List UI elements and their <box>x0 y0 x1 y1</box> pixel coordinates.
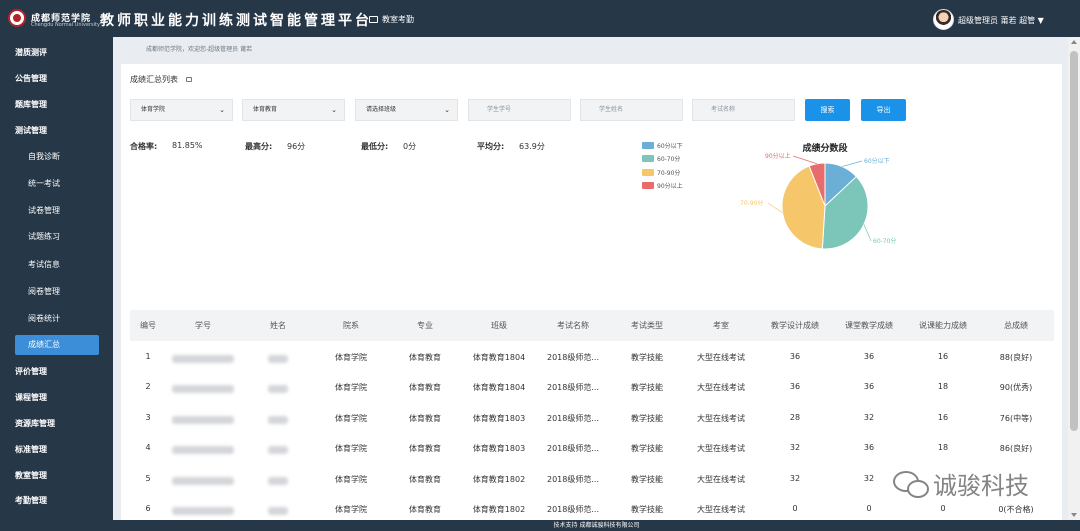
pie-slice-label: 60分以下 <box>864 157 890 165</box>
redacted-student-name <box>268 446 288 454</box>
footer: 技术支持 成都诚骏科技有限公司 <box>113 520 1080 531</box>
column-header: 教学设计成绩 <box>771 321 819 330</box>
scroll-down-icon[interactable] <box>1071 513 1077 517</box>
column-header: 考试类型 <box>631 321 663 330</box>
column-header: 考试名称 <box>557 321 589 330</box>
pie-slice-label: 70-90分 <box>740 199 763 207</box>
table-cell-class: 体育教育1804 <box>472 353 526 362</box>
table-cell-total: 76(中等) <box>999 414 1033 423</box>
column-header: 姓名 <box>270 321 286 330</box>
table-cell-room: 大型在线考试 <box>697 414 745 423</box>
table-cell-speaking: 16 <box>937 352 949 361</box>
pie-leader-line <box>863 224 872 242</box>
redacted-student-name <box>268 385 288 393</box>
redacted-student-number <box>172 416 234 424</box>
table-cell-design: 36 <box>789 382 801 391</box>
table-cell-major: 体育教育 <box>409 475 441 484</box>
table-cell-type: 教学技能 <box>631 383 663 392</box>
pie-leader-line <box>841 160 863 167</box>
table-cell-room: 大型在线考试 <box>697 444 745 453</box>
scroll-up-icon[interactable] <box>1071 40 1077 44</box>
table-cell-room: 大型在线考试 <box>697 383 745 392</box>
column-header: 考室 <box>713 321 729 330</box>
table-cell-major: 体育教育 <box>409 444 441 453</box>
column-header: 总成绩 <box>1004 321 1028 330</box>
table-cell-major: 体育教育 <box>409 383 441 392</box>
redacted-student-number <box>172 507 234 515</box>
table-cell-exam: 2018级师范... <box>547 353 599 362</box>
column-header: 学号 <box>195 321 211 330</box>
table-cell-exam: 2018级师范... <box>547 475 599 484</box>
table-cell-design: 28 <box>789 413 801 422</box>
table-cell-speaking: 0 <box>940 504 946 513</box>
redacted-student-number <box>172 477 234 485</box>
column-header: 说课能力成绩 <box>919 321 967 330</box>
watermark-text: 诚骏科技 <box>933 472 1029 500</box>
redacted-student-name <box>268 416 288 424</box>
table-cell-room: 大型在线考试 <box>697 505 745 514</box>
column-header: 课堂教学成绩 <box>845 321 893 330</box>
table-cell-class: 体育教育1802 <box>472 505 526 514</box>
table-cell-teaching: 32 <box>863 413 875 422</box>
table-cell-major: 体育教育 <box>409 353 441 362</box>
table-cell-major: 体育教育 <box>409 414 441 423</box>
pie-slice-label: 90分以上 <box>765 152 791 160</box>
table-cell-college: 体育学院 <box>335 505 367 514</box>
table-cell-total: 0(不合格) <box>998 505 1034 514</box>
redacted-student-number <box>172 446 234 454</box>
table-cell-class: 体育教育1803 <box>472 444 526 453</box>
table-cell-class: 体育教育1804 <box>472 383 526 392</box>
table-cell-total: 86(良好) <box>999 444 1033 453</box>
table-cell-type: 教学技能 <box>631 353 663 362</box>
table-cell-room: 大型在线考试 <box>697 353 745 362</box>
table-cell-speaking: 18 <box>937 443 949 452</box>
table-cell-room: 大型在线考试 <box>697 475 745 484</box>
scrollbar[interactable] <box>1068 37 1080 520</box>
table-cell-design: 36 <box>789 352 801 361</box>
column-header: 专业 <box>417 321 433 330</box>
table-cell-exam: 2018级师范... <box>547 414 599 423</box>
table-cell-teaching: 36 <box>863 352 875 361</box>
table-cell-design: 32 <box>789 443 801 452</box>
column-header: 院系 <box>343 321 359 330</box>
table-cell-type: 教学技能 <box>631 414 663 423</box>
pie-slice-label: 60-70分 <box>873 237 896 245</box>
table-cell-total: 90(优秀) <box>999 383 1033 392</box>
redacted-student-number <box>172 385 234 393</box>
table-cell-type: 教学技能 <box>631 475 663 484</box>
table-cell-exam: 2018级师范... <box>547 444 599 453</box>
table-cell-total: 88(良好) <box>999 353 1033 362</box>
redacted-student-name <box>268 355 288 363</box>
table-cell-type: 教学技能 <box>631 505 663 514</box>
pie-leader-line <box>767 202 783 214</box>
table-cell-major: 体育教育 <box>409 505 441 514</box>
table-cell-design: 32 <box>789 474 801 483</box>
scroll-thumb[interactable] <box>1070 51 1078 431</box>
table-cell-college: 体育学院 <box>335 414 367 423</box>
table-cell-speaking: 18 <box>937 382 949 391</box>
redacted-student-name <box>268 477 288 485</box>
table-cell-type: 教学技能 <box>631 444 663 453</box>
table-cell-teaching: 0 <box>866 504 872 513</box>
table-cell-teaching: 36 <box>863 382 875 391</box>
watermark: 诚骏科技 <box>893 466 1029 501</box>
redacted-student-name <box>268 507 288 515</box>
table-cell-class: 体育教育1803 <box>472 414 526 423</box>
wechat-icon <box>893 470 929 498</box>
table-cell-college: 体育学院 <box>335 353 367 362</box>
column-header: 班级 <box>491 321 507 330</box>
table-cell-college: 体育学院 <box>335 383 367 392</box>
table-cell-exam: 2018级师范... <box>547 383 599 392</box>
table-cell-speaking: 16 <box>937 413 949 422</box>
pie-leader-line <box>792 155 818 165</box>
table-cell-teaching: 36 <box>863 443 875 452</box>
table-cell-college: 体育学院 <box>335 475 367 484</box>
table-cell-college: 体育学院 <box>335 444 367 453</box>
table-cell-class: 体育教育1802 <box>472 475 526 484</box>
redacted-student-number <box>172 355 234 363</box>
table-cell-exam: 2018级师范... <box>547 505 599 514</box>
table-cell-design: 0 <box>792 504 798 513</box>
